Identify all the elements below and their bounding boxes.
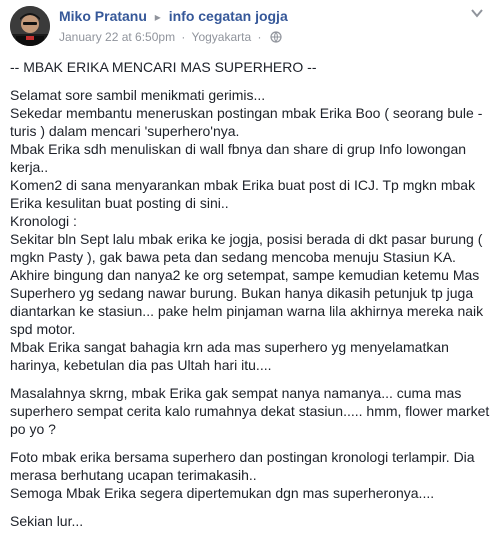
post-header: Miko Pratanu ▸ info cegatan jogja Januar… [10,6,487,46]
chevron-down-icon [471,9,483,18]
post-title: Miko Pratanu ▸ info cegatan jogja [59,8,288,24]
separator-dot-2: · [257,30,262,44]
separator-dot: · [181,30,186,44]
post-heading: -- MBAK ERIKA MENCARI MAS SUPERHERO -- [10,59,317,75]
globe-icon [270,31,282,43]
group-name[interactable]: info cegatan jogja [169,8,288,24]
post-location[interactable]: Yogyakarta [192,30,252,44]
post-timestamp[interactable]: January 22 at 6:50pm [59,30,175,44]
more-options-button[interactable] [467,6,487,20]
post-paragraph: Selamat sore sambil menikmati gerimis...… [10,87,484,373]
post-meta: January 22 at 6:50pm · Yogyakarta · [59,30,282,44]
post-paragraph: Foto mbak erika bersama superhero dan po… [10,449,475,501]
post-paragraph: Masalahnya skrng, mbak Erika gak sempat … [10,385,490,437]
author-name[interactable]: Miko Pratanu [59,8,147,24]
avatar-photo [10,6,50,46]
post-paragraph: Sekian lur... [10,513,84,529]
post-body: -- MBAK ERIKA MENCARI MAS SUPERHERO -- S… [10,58,490,530]
avatar[interactable] [10,6,50,46]
caret-right-icon: ▸ [154,10,161,24]
